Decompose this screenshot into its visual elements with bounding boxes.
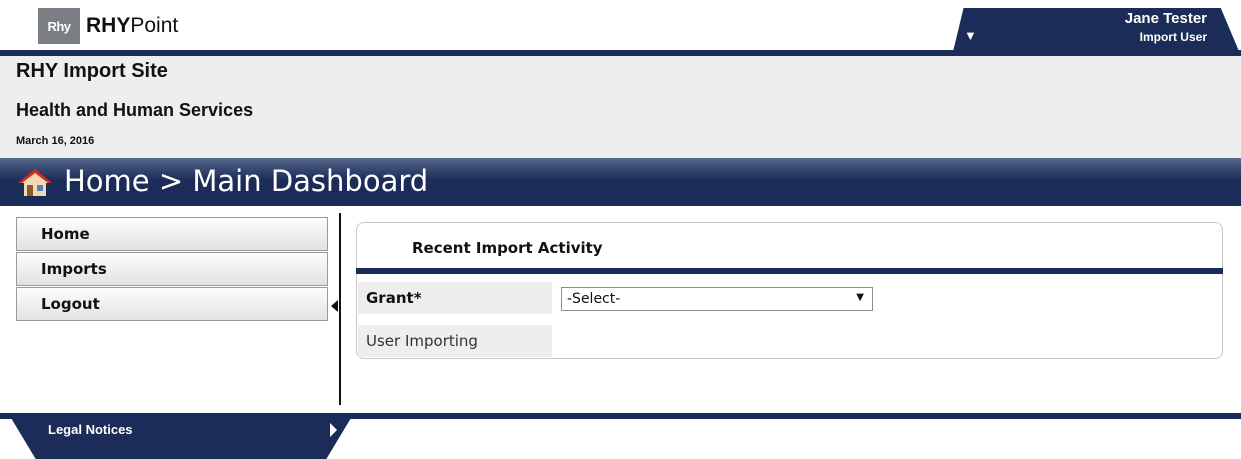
user-role: Import User <box>1139 30 1207 44</box>
legal-notices-link[interactable]: Legal Notices <box>48 422 133 437</box>
sidebar-item-logout[interactable]: Logout <box>16 287 328 321</box>
panel-divider <box>356 268 1223 274</box>
panel-title: Recent Import Activity <box>412 239 603 257</box>
logo-light: Point <box>130 14 179 37</box>
home-icon <box>18 169 52 196</box>
triangle-left-icon[interactable] <box>331 300 338 312</box>
logo-badge: Rhy <box>38 8 80 44</box>
logo-bold: RHY <box>86 14 131 37</box>
triangle-right-icon[interactable] <box>330 423 337 437</box>
breadcrumb: Home > Main Dashboard <box>64 164 429 198</box>
caret-down-icon[interactable]: ▼ <box>964 28 977 43</box>
grant-label-text: Grant <box>366 289 414 307</box>
sidebar-divider <box>339 213 341 405</box>
required-marker: * <box>413 289 422 307</box>
sidebar-item-imports[interactable]: Imports <box>16 252 328 286</box>
site-department: Health and Human Services <box>16 100 254 120</box>
sidebar-item-home[interactable]: Home <box>16 217 328 251</box>
site-title: RHY Import Site <box>16 60 168 82</box>
grant-select[interactable]: -Select- ▼ <box>561 287 873 311</box>
logo-text: RHYPoint <box>86 14 178 38</box>
dropdown-arrow-icon[interactable]: ▼ <box>856 292 864 303</box>
user-name[interactable]: Jane Tester <box>1125 10 1207 27</box>
user-importing-label: User Importing <box>358 325 552 357</box>
grant-label: Grant* <box>358 282 552 314</box>
site-date: March 16, 2016 <box>16 135 95 147</box>
grant-select-value: -Select- <box>567 291 621 307</box>
